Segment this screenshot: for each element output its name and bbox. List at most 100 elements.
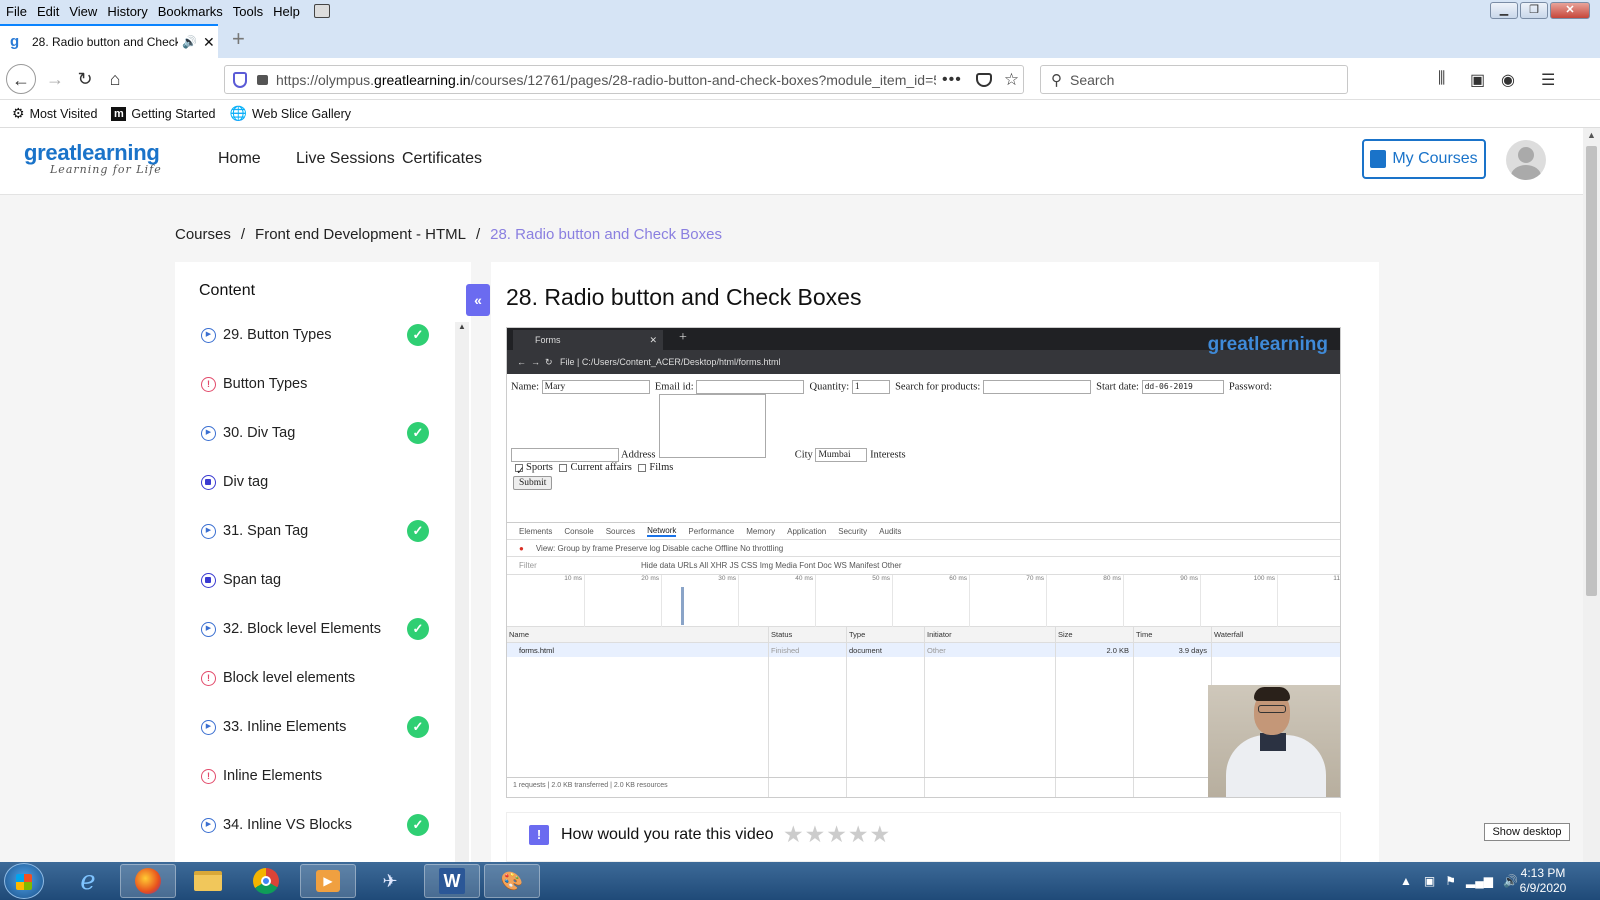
greatlearning-logo[interactable]: greatlearning Learning for Life — [24, 140, 162, 176]
rating-stars[interactable]: ★★★★★ — [783, 821, 891, 848]
site-header: greatlearning Learning for Life Home Liv… — [0, 128, 1583, 195]
word-icon[interactable]: W — [424, 864, 480, 898]
printer-icon[interactable] — [313, 4, 330, 18]
file-explorer-icon[interactable] — [180, 864, 236, 898]
forward-button[interactable]: → — [40, 64, 70, 94]
action-center-flag-icon[interactable]: ⚑ — [1445, 874, 1456, 888]
media-player-icon[interactable]: ▶ — [300, 864, 356, 898]
back-button[interactable]: ← — [6, 64, 36, 94]
bookmark-star-icon[interactable]: ☆ — [1004, 70, 1019, 90]
play-icon: ▶ — [201, 327, 216, 343]
breadcrumb-course[interactable]: Front end Development - HTML — [255, 226, 466, 243]
restore-button[interactable]: ❐ — [1520, 2, 1548, 19]
page-title: 28. Radio button and Check Boxes — [506, 284, 862, 310]
bookmark-most-visited[interactable]: ⚙ Most Visited — [12, 105, 97, 122]
pocket-icon[interactable] — [975, 72, 992, 87]
library-icon[interactable]: ⫼ — [1438, 70, 1445, 88]
windows-taskbar: e ▶ ✈ W 🎨 ▲ ▣ ⚑ ▂▄▆ 🔊 4:13 PM 6/9/2020 — [0, 862, 1600, 900]
taskbar-clock[interactable]: 4:13 PM 6/9/2020 — [1508, 866, 1578, 896]
firefox-icon[interactable] — [120, 864, 176, 898]
menu-edit[interactable]: Edit — [37, 4, 59, 19]
sidebar-item[interactable]: ! Inline Elements — [201, 761, 441, 791]
close-window-button[interactable]: ✕ — [1550, 2, 1590, 19]
sidebar-item[interactable]: ▶ 31. Span Tag — [201, 516, 441, 546]
network-icon[interactable]: ▂▄▆ — [1466, 874, 1493, 888]
sidebar-item[interactable]: ▶ 34. Inline VS Blocks — [201, 810, 441, 840]
play-icon: ▶ — [201, 719, 216, 735]
resource-icon: ! — [201, 768, 216, 784]
paint-icon[interactable]: 🎨 — [484, 864, 540, 898]
tray-expand-icon[interactable]: ▲ — [1400, 874, 1412, 888]
start-button[interactable] — [4, 863, 44, 899]
home-button[interactable]: ⌂ — [100, 64, 130, 94]
windows-logo-icon — [16, 874, 32, 890]
play-icon: ▶ — [201, 523, 216, 539]
sidebar-item[interactable]: ▶ 29. Button Types — [201, 320, 441, 350]
hamburger-menu-icon[interactable]: ☰ — [1541, 70, 1555, 90]
menu-file[interactable]: File — [6, 4, 27, 19]
nav-live-sessions[interactable]: Live Sessions — [296, 150, 395, 168]
resource-icon: ! — [201, 376, 216, 392]
nav-home[interactable]: Home — [218, 150, 261, 168]
sidebar-item[interactable]: Div tag — [201, 467, 441, 497]
video-new-tab-icon: + — [679, 330, 687, 345]
greatlearning-favicon-icon: g — [10, 33, 20, 50]
globe-icon: 🌐 — [229, 105, 247, 121]
video-player[interactable]: Forms ✕ + ← → ↻ File | C:/Users/Content_A… — [506, 327, 1341, 798]
page-scrollbar[interactable]: ▲ — [1583, 128, 1600, 862]
sidebar-item[interactable]: Span tag — [201, 565, 441, 595]
nav-certificates[interactable]: Certificates — [402, 150, 482, 168]
page-actions-icon[interactable]: ••• — [942, 71, 962, 89]
webpage: greatlearning Learning for Life Home Liv… — [0, 128, 1583, 862]
rating-question: How would you rate this video — [561, 826, 774, 843]
sidebar-item[interactable]: ! Button Types — [201, 369, 441, 399]
sidebar-item[interactable]: ▶ 30. Div Tag — [201, 418, 441, 448]
tracking-shield-icon[interactable] — [233, 71, 247, 88]
search-input[interactable]: ⚲ Search — [1040, 65, 1348, 94]
scroll-thumb[interactable] — [1586, 146, 1597, 596]
account-icon[interactable]: ◉ — [1501, 70, 1515, 90]
breadcrumb-courses[interactable]: Courses — [175, 226, 231, 243]
avatar[interactable] — [1506, 140, 1546, 180]
minimize-button[interactable]: ▁ — [1490, 2, 1518, 19]
new-tab-button[interactable]: + — [232, 26, 245, 52]
menu-tools[interactable]: Tools — [233, 4, 263, 19]
navigation-toolbar: ← → ↻ ⌂ https://olympus.greatlearning.in… — [0, 58, 1600, 100]
tray-app-icon[interactable]: ▣ — [1424, 874, 1435, 888]
lock-icon[interactable] — [257, 74, 268, 85]
play-icon: ▶ — [201, 621, 216, 637]
sidebar-title: Content — [199, 282, 256, 299]
menu-view[interactable]: View — [69, 4, 97, 19]
scroll-up-icon[interactable]: ▲ — [455, 322, 469, 331]
document-icon — [201, 572, 216, 588]
tab-title: 28. Radio button and Check — [32, 35, 178, 49]
bookmark-web-slice-gallery[interactable]: 🌐 Web Slice Gallery — [230, 105, 352, 122]
scroll-up-icon[interactable]: ▲ — [1587, 130, 1596, 140]
sidebar-item[interactable]: ! Block level elements — [201, 663, 441, 693]
sidebar-item[interactable]: ▶ 32. Block level Elements — [201, 614, 441, 644]
resource-icon: ! — [201, 670, 216, 686]
sidebar-toggle-icon[interactable]: ▣ — [1470, 70, 1485, 90]
collapse-sidebar-button[interactable]: « — [466, 284, 490, 316]
sidebar-scrollbar[interactable]: ▲ — [455, 322, 469, 862]
browser-tab[interactable]: g 28. Radio button and Check 🔊 ✕ — [0, 24, 218, 58]
url-text[interactable]: https://olympus.greatlearning.in/courses… — [276, 72, 936, 88]
bookmark-getting-started[interactable]: m Getting Started — [111, 106, 216, 121]
book-icon — [1370, 150, 1387, 168]
menu-history[interactable]: History — [107, 4, 147, 19]
vs-app-icon[interactable]: ✈ — [362, 864, 418, 898]
menu-help[interactable]: Help — [273, 4, 300, 19]
tab-bar: g 28. Radio button and Check 🔊 ✕ + — [0, 22, 1600, 58]
sidebar-item[interactable]: ▶ 33. Inline Elements — [201, 712, 441, 742]
menu-bookmarks[interactable]: Bookmarks — [158, 4, 223, 19]
url-bar[interactable]: https://olympus.greatlearning.in/courses… — [224, 65, 1024, 94]
speaker-icon[interactable]: 🔊 — [182, 35, 197, 49]
my-courses-button[interactable]: My Courses — [1362, 139, 1486, 179]
reload-button[interactable]: ↻ — [70, 64, 100, 94]
completed-check-icon: ✓ — [407, 618, 429, 640]
menu-bar: File Edit View History Bookmarks Tools H… — [0, 0, 1600, 22]
internet-explorer-icon[interactable]: e — [60, 864, 116, 898]
close-tab-icon[interactable]: ✕ — [203, 34, 215, 51]
completed-check-icon: ✓ — [407, 520, 429, 542]
chrome-icon[interactable] — [238, 864, 294, 898]
